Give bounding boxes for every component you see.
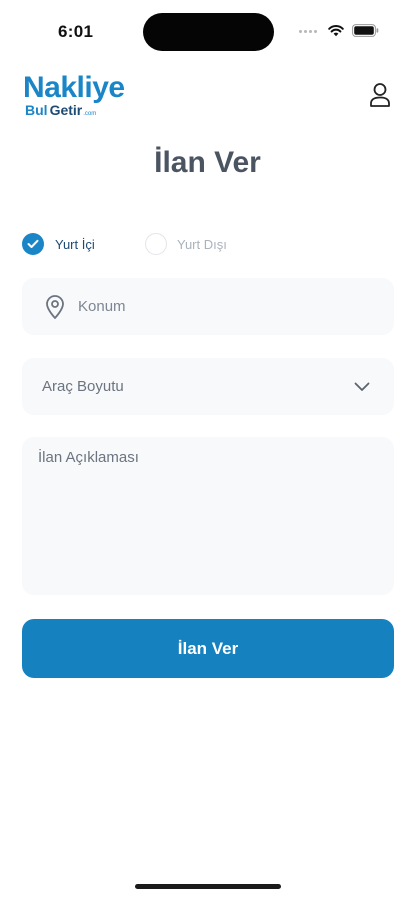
status-bar: 6:01 — [0, 0, 415, 60]
logo-suffix-text: .com — [83, 111, 97, 117]
location-field[interactable] — [22, 278, 394, 335]
chevron-down-icon — [354, 382, 370, 391]
status-time: 6:01 — [58, 22, 94, 41]
radio-unchecked-icon — [145, 233, 167, 255]
trip-type-radio-group: Yurt İçi Yurt Dışı — [22, 231, 392, 257]
logo-bul-text: Bul — [25, 102, 48, 118]
wifi-icon — [328, 24, 344, 37]
radio-abroad-label: Yurt Dışı — [177, 236, 227, 252]
radio-domestic-label: Yurt İçi — [55, 236, 95, 252]
home-indicator[interactable] — [135, 884, 281, 889]
logo-getir-text: Getir — [49, 102, 83, 118]
vehicle-size-select[interactable]: Araç Boyutu — [22, 358, 394, 415]
description-field[interactable] — [22, 437, 394, 595]
page-title: İlan Ver — [154, 146, 261, 179]
vehicle-size-placeholder: Araç Boyutu — [42, 378, 124, 395]
profile-button[interactable] — [365, 80, 395, 110]
description-textarea[interactable] — [38, 449, 378, 583]
battery-icon — [352, 24, 379, 37]
signal-icon — [299, 30, 321, 34]
location-pin-icon — [42, 294, 68, 320]
screen: 6:01 Nakliye Bul Getir.com İlan Ver Yurt… — [0, 0, 415, 900]
user-icon — [370, 83, 390, 107]
logo[interactable]: Nakliye Bul Getir.com — [23, 73, 153, 125]
header: Nakliye Bul Getir.com — [0, 70, 415, 126]
logo-top-text: Nakliye — [23, 71, 125, 104]
dynamic-island — [143, 13, 274, 51]
submit-button[interactable]: İlan Ver — [22, 619, 394, 678]
radio-checked-icon — [22, 233, 44, 255]
radio-domestic[interactable]: Yurt İçi — [22, 231, 95, 257]
logo-bottom-row: Bul Getir.com — [25, 102, 96, 122]
radio-abroad[interactable]: Yurt Dışı — [145, 231, 227, 257]
location-input[interactable] — [78, 298, 358, 315]
